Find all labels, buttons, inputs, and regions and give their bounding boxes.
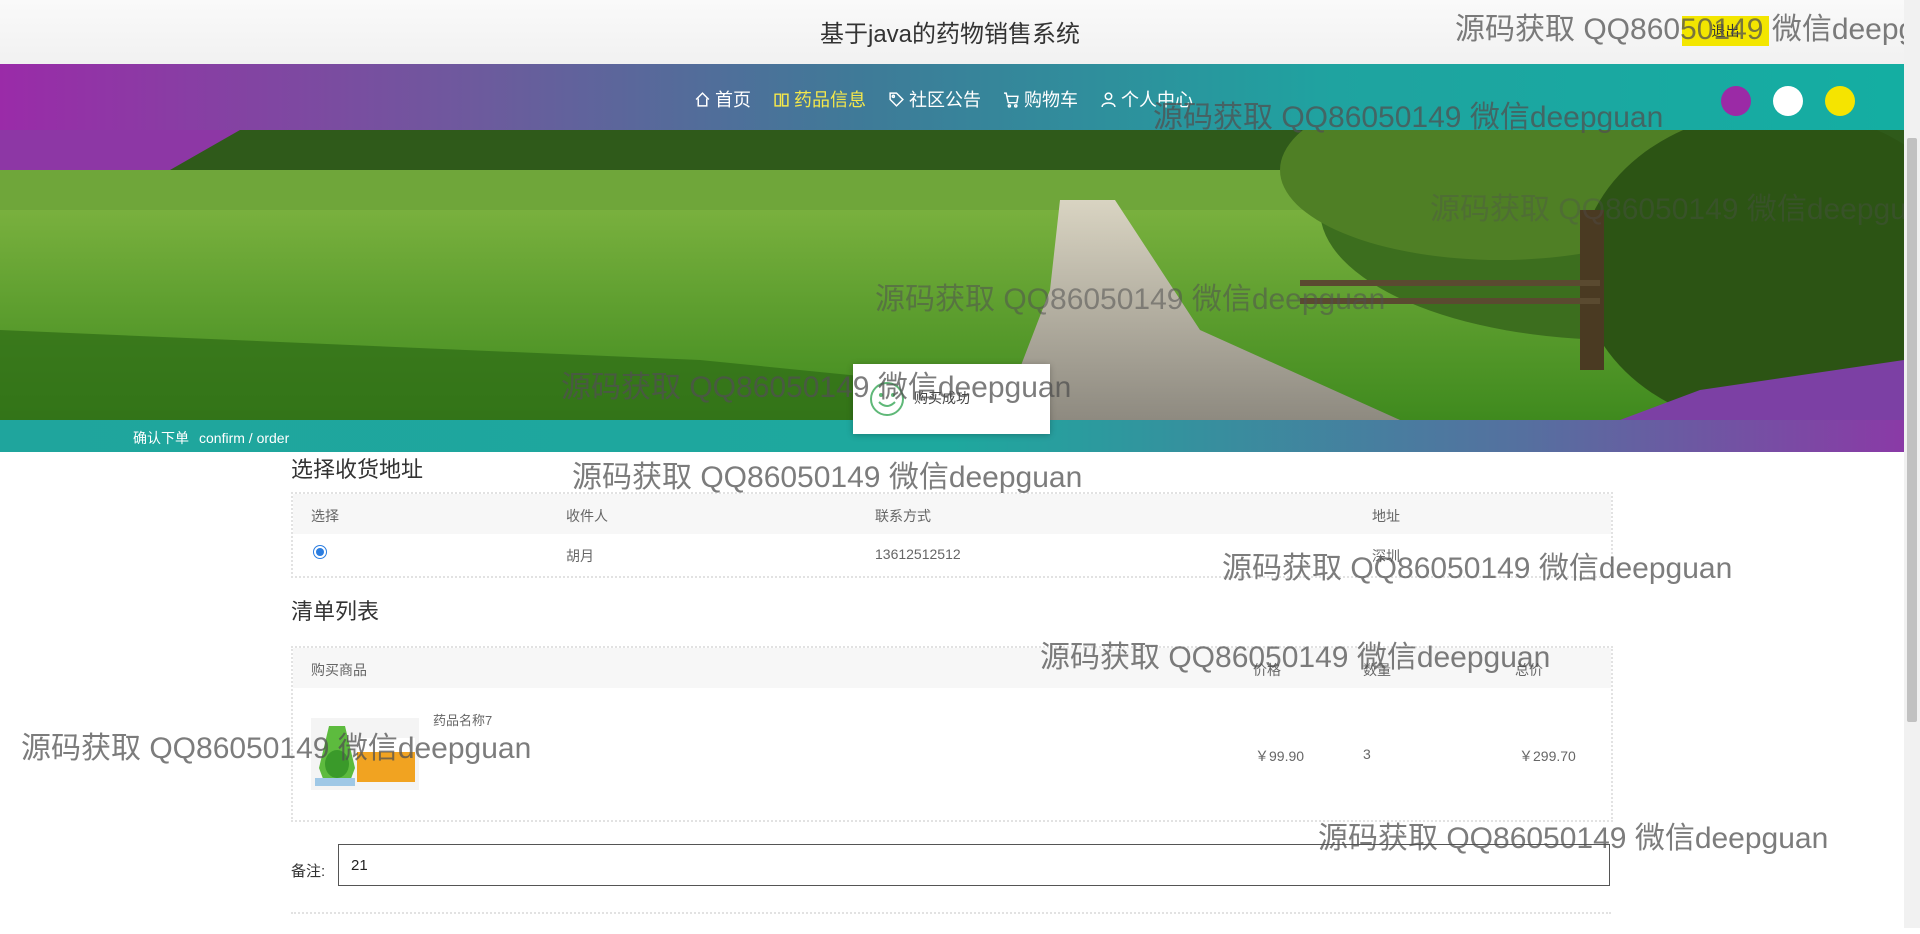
col-phone: 联系方式 xyxy=(875,508,931,524)
nav-item-drug-info[interactable]: 药品信息 xyxy=(773,86,866,112)
col-price: 价格 xyxy=(1253,662,1281,678)
col-select: 选择 xyxy=(311,508,339,524)
book-icon xyxy=(774,92,789,107)
logout-button[interactable]: 退出 xyxy=(1682,16,1769,46)
nav-item-home[interactable]: 首页 xyxy=(694,86,751,112)
smile-icon xyxy=(870,382,904,416)
site-title: 基于java的药物销售系统 xyxy=(820,21,1081,48)
nav-bar: 首页 药品信息 社区公告 购物车 个人中心 xyxy=(0,64,1904,130)
breadcrumb-subtitle: confirm / order xyxy=(199,430,290,446)
nav-item-profile[interactable]: 个人中心 xyxy=(1100,86,1193,112)
bottom-box xyxy=(291,912,1611,934)
product-image[interactable] xyxy=(311,718,419,790)
col-product: 购买商品 xyxy=(311,662,367,678)
address-table-header: 选择 收件人 联系方式 地址 xyxy=(293,494,1611,534)
product-price: ￥99.90 xyxy=(1255,748,1305,764)
user-icon xyxy=(1101,91,1116,107)
recipient-address: 深圳 xyxy=(1372,548,1400,564)
note-label: 备注: xyxy=(291,863,326,880)
order-item-row: 药品名称7 ￥99.90 3 ￥299.70 xyxy=(293,688,1611,816)
nav-label: 社区公告 xyxy=(909,90,981,110)
order-table-header: 购买商品 价格 数量 总价 xyxy=(293,648,1611,688)
nav-label: 药品信息 xyxy=(794,90,866,110)
nav-label: 购物车 xyxy=(1024,90,1078,110)
col-address: 地址 xyxy=(1372,508,1400,524)
home-icon xyxy=(695,91,710,107)
watermark-text: 源码获取 QQ86050149 微信deepguan xyxy=(572,461,1083,494)
toast-message: 购买成功 xyxy=(914,390,970,406)
theme-dot-yellow[interactable] xyxy=(1825,86,1855,116)
main-nav: 首页 药品信息 社区公告 购物车 个人中心 xyxy=(694,86,1193,112)
top-bar: 基于java的药物销售系统 退出 xyxy=(0,0,1904,64)
note-input[interactable] xyxy=(338,844,1610,886)
cart-icon xyxy=(1004,91,1019,108)
col-quantity: 数量 xyxy=(1363,662,1391,678)
order-section-title: 清单列表 xyxy=(291,599,380,624)
product-total: ￥299.70 xyxy=(1519,748,1576,764)
tag-icon xyxy=(889,91,904,107)
nav-item-cart[interactable]: 购物车 xyxy=(1003,86,1078,112)
col-total: 总价 xyxy=(1515,662,1543,678)
nav-label: 个人中心 xyxy=(1121,90,1193,110)
nav-item-notices[interactable]: 社区公告 xyxy=(888,86,981,112)
address-radio[interactable] xyxy=(313,545,327,559)
nav-label: 首页 xyxy=(715,90,751,110)
theme-dot-white[interactable] xyxy=(1773,86,1803,116)
product-name[interactable]: 药品名称7 xyxy=(433,710,492,729)
success-toast: 购买成功 xyxy=(853,364,1050,434)
product-quantity: 3 xyxy=(1363,746,1371,762)
breadcrumb-title: 确认下单 xyxy=(133,430,189,446)
order-table: 购买商品 价格 数量 总价 药品名称7 ￥99.90 3 ￥299.70 xyxy=(291,646,1613,822)
address-section-title: 选择收货地址 xyxy=(291,457,424,482)
scrollbar-thumb[interactable] xyxy=(1907,138,1917,722)
col-recipient: 收件人 xyxy=(566,508,608,524)
theme-dot-purple[interactable] xyxy=(1721,86,1751,116)
address-row[interactable]: 胡月 13612512512 深圳 xyxy=(293,534,1611,574)
recipient-name: 胡月 xyxy=(566,548,594,564)
recipient-phone: 13612512512 xyxy=(875,546,961,562)
address-table: 选择 收件人 联系方式 地址 胡月 13612512512 深圳 xyxy=(291,492,1613,578)
